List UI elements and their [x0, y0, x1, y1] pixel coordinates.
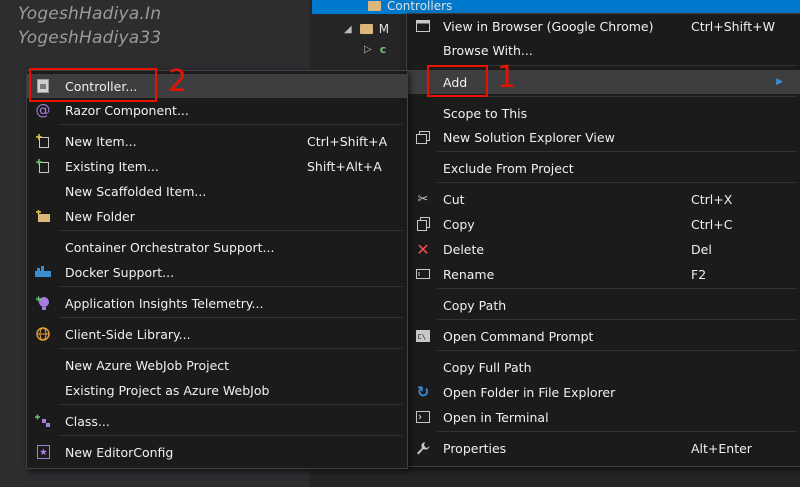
menu-item-copy-full-path[interactable]: Copy Full Path [407, 355, 800, 379]
submenu-item-new-folder[interactable]: New Folder [27, 204, 407, 228]
menu-item-properties[interactable]: Properties Alt+Enter [407, 436, 800, 460]
submenu-item-new-azure-webjob-project[interactable]: New Azure WebJob Project [27, 353, 407, 377]
submenu-arrow-icon: ▶ [776, 77, 783, 87]
razor-icon: @ [35, 101, 51, 119]
browser-icon [415, 18, 431, 34]
expand-arrow-icon[interactable]: ▷ [364, 44, 372, 55]
menu-separator [437, 288, 797, 289]
annotation-box-controller [29, 68, 157, 102]
menu-item-view-in-browser[interactable]: View in Browser (Google Chrome) Ctrl+Shi… [407, 14, 800, 38]
new-view-icon [415, 129, 431, 145]
menu-item-copy[interactable]: Copy Ctrl+C [407, 212, 800, 236]
copy-icon [415, 216, 431, 232]
watermark-line-2: YogeshHadiya33 [18, 28, 162, 48]
tree-item-c[interactable]: ▷ c [364, 40, 390, 58]
delete-x-icon: ✕ [416, 239, 430, 259]
menu-separator [59, 317, 403, 318]
submenu-item-new-item[interactable]: New Item... Ctrl+Shift+A [27, 129, 407, 153]
submenu-item-class[interactable]: Class... [27, 409, 407, 433]
menu-separator [59, 435, 403, 436]
menu-item-copy-path[interactable]: Copy Path [407, 293, 800, 317]
submenu-item-container-orchestrator-support[interactable]: Container Orchestrator Support... [27, 235, 407, 259]
add-submenu: Controller... @ Razor Component... New I… [26, 70, 408, 469]
scissors-icon: ✂ [417, 191, 429, 207]
existing-item-icon [35, 158, 51, 174]
refresh-arrow-icon: ↻ [416, 383, 430, 401]
submenu-item-existing-project-as-azure-webjob[interactable]: Existing Project as Azure WebJob [27, 378, 407, 402]
submenu-item-existing-item[interactable]: Existing Item... Shift+Alt+A [27, 154, 407, 178]
watermark-line-1: YogeshHadiya.In [18, 4, 162, 24]
expand-collapse-icon[interactable]: ◢ [344, 24, 352, 35]
menu-item-browse-with[interactable]: Browse With... [407, 38, 800, 62]
folder-icon [368, 1, 381, 11]
menu-separator [437, 319, 797, 320]
menu-separator [59, 124, 403, 125]
submenu-item-new-editorconfig[interactable]: New EditorConfig [27, 440, 407, 464]
submenu-item-docker-support[interactable]: Docker Support... [27, 260, 407, 284]
menu-separator [437, 431, 797, 432]
class-icon [35, 413, 51, 429]
tree-item-label: Controllers [387, 0, 453, 13]
submenu-item-new-scaffolded-item[interactable]: New Scaffolded Item... [27, 179, 407, 203]
submenu-item-client-side-library[interactable]: Client-Side Library... [27, 322, 407, 346]
menu-separator [59, 404, 403, 405]
submenu-item-application-insights-telemetry[interactable]: Application Insights Telemetry... [27, 291, 407, 315]
menu-separator [59, 348, 403, 349]
new-folder-icon [35, 208, 51, 224]
tree-item-m[interactable]: ◢ M [344, 20, 389, 38]
menu-item-cut[interactable]: ✂ Cut Ctrl+X [407, 187, 800, 211]
csharp-file-icon: c [379, 42, 387, 56]
insights-icon [35, 295, 51, 311]
tree-item-label: M [378, 22, 390, 36]
annotation-number-2: 2 [168, 64, 188, 99]
menu-separator [437, 96, 797, 97]
annotation-box-add [427, 65, 488, 97]
menu-item-open-in-terminal[interactable]: Open in Terminal [407, 405, 800, 429]
wrench-icon [415, 440, 431, 456]
menu-item-delete[interactable]: ✕ Delete Del [407, 237, 800, 261]
rename-icon [415, 266, 431, 282]
folder-icon [359, 24, 373, 34]
editorconfig-icon [35, 444, 51, 460]
menu-item-new-solution-explorer-view[interactable]: New Solution Explorer View [407, 125, 800, 149]
svg-text:C\: C\ [418, 333, 426, 341]
menu-item-open-folder-in-file-explorer[interactable]: ↻ Open Folder in File Explorer [407, 380, 800, 404]
menu-separator [437, 350, 797, 351]
command-prompt-icon: C\ [415, 328, 431, 344]
terminal-icon [415, 409, 431, 425]
new-item-icon [35, 133, 51, 149]
menu-separator [437, 182, 797, 183]
menu-item-exclude-from-project[interactable]: Exclude From Project [407, 156, 800, 180]
annotation-number-1: 1 [497, 60, 517, 95]
docker-icon [35, 264, 51, 280]
menu-item-scope-to-this[interactable]: Scope to This [407, 101, 800, 125]
library-icon [35, 326, 51, 342]
menu-separator [59, 286, 403, 287]
menu-separator [437, 65, 797, 66]
menu-separator [59, 230, 403, 231]
menu-separator [437, 151, 797, 152]
menu-item-open-command-prompt[interactable]: C\ Open Command Prompt [407, 324, 800, 348]
menu-item-rename[interactable]: Rename F2 [407, 262, 800, 286]
